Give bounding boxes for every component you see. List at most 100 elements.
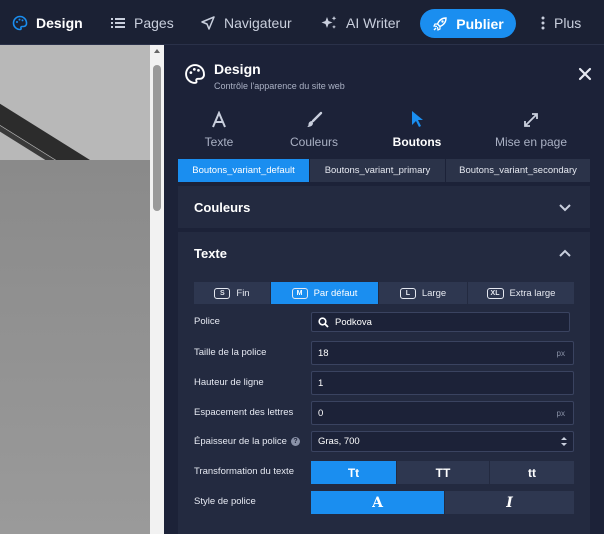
section-couleurs[interactable]: Couleurs <box>178 186 590 228</box>
style-italic-button[interactable]: I <box>445 491 574 514</box>
variant-tabs: Boutons_variant_default Boutons_variant_… <box>178 159 590 182</box>
size-m-button[interactable]: M Par défaut <box>271 282 379 304</box>
panel-subtitle: Contrôle l'apparence du site web <box>214 81 345 91</box>
tab-mise-en-page-label: Mise en page <box>494 135 568 149</box>
style-normal-button[interactable]: A <box>311 491 445 514</box>
epaisseur-label: Épaisseur de la police <box>194 436 287 447</box>
letter-spacing-input[interactable]: 0 px <box>311 401 574 425</box>
tab-texte[interactable]: Texte <box>169 105 269 150</box>
tab-couleurs-label: Couleurs <box>289 135 339 149</box>
variant-primary[interactable]: Boutons_variant_primary <box>310 159 446 182</box>
espacement-label: Espacement des lettres <box>194 407 294 418</box>
size-l-button[interactable]: L Large <box>379 282 468 304</box>
size-xl-badge: XL <box>486 287 504 299</box>
font-size-unit: px <box>556 348 565 358</box>
preview-image-lower <box>0 160 150 534</box>
police-label: Police <box>194 316 220 327</box>
cursor-icon <box>412 111 423 127</box>
close-icon[interactable] <box>578 67 592 81</box>
line-height-value: 1 <box>318 377 324 389</box>
size-selector: S Fin M Par défaut L Large XL Extra larg… <box>194 282 574 304</box>
size-l-badge: L <box>399 287 416 299</box>
nav-design[interactable]: Design <box>12 0 83 45</box>
transformation-label: Transformation du texte <box>194 466 294 477</box>
size-l-label: Large <box>421 287 447 299</box>
design-panel: Design Contrôle l'apparence du site web … <box>164 45 604 534</box>
chevron-up-icon[interactable] <box>558 248 572 258</box>
font-value: Podkova <box>335 316 372 328</box>
row-epaisseur: Épaisseur de la police ? Gras, 700 <box>194 431 574 452</box>
scrollbar-thumb[interactable] <box>153 65 161 211</box>
row-police: Police Podkova <box>194 312 574 332</box>
top-bar: Design Pages Navigateur AI Writer Publie… <box>0 0 604 45</box>
row-taille: Taille de la police 18 px <box>194 341 574 365</box>
tab-mise-en-page[interactable]: Mise en page <box>481 105 581 150</box>
taille-label: Taille de la police <box>194 347 267 358</box>
select-arrows-icon <box>561 437 567 446</box>
row-style: Style de police A I <box>194 491 574 514</box>
tab-boutons-label: Boutons <box>392 135 442 149</box>
row-transformation: Transformation du texte Tt TT tt <box>194 461 574 484</box>
search-icon <box>318 316 329 328</box>
size-m-label: Par défaut <box>313 287 358 299</box>
font-size-value: 18 <box>318 347 329 359</box>
size-s-label: Fin <box>236 287 250 299</box>
publish-button[interactable]: Publier <box>420 9 516 38</box>
variant-secondary[interactable]: Boutons_variant_secondary <box>446 159 590 182</box>
row-hauteur: Hauteur de ligne 1 <box>194 371 574 395</box>
nav-design-label: Design <box>36 14 83 31</box>
text-transform-toggle: Tt TT tt <box>311 461 574 484</box>
nav-more[interactable]: Plus <box>540 0 581 45</box>
list-icon <box>111 17 125 28</box>
nav-pages-label: Pages <box>134 14 174 31</box>
rocket-icon <box>433 16 447 31</box>
tab-couleurs[interactable]: Couleurs <box>264 105 364 150</box>
section-texte-title: Texte <box>194 246 227 261</box>
size-s-badge: S <box>214 287 231 299</box>
hauteur-label: Hauteur de ligne <box>194 377 264 388</box>
size-m-badge: M <box>291 287 308 299</box>
nav-more-label: Plus <box>554 14 582 31</box>
chevron-down-icon[interactable] <box>558 203 572 213</box>
nav-navigateur-label: Navigateur <box>224 14 292 31</box>
help-icon[interactable]: ? <box>290 437 300 446</box>
nav-navigateur[interactable]: Navigateur <box>200 0 292 45</box>
site-preview[interactable] <box>0 45 150 534</box>
transform-capitalize-button[interactable]: Tt <box>311 461 397 484</box>
navigation-arrow-icon <box>201 15 215 30</box>
size-s-button[interactable]: S Fin <box>194 282 271 304</box>
font-size-input[interactable]: 18 px <box>311 341 574 365</box>
tab-boutons[interactable]: Boutons <box>367 105 467 150</box>
palette-icon <box>185 64 205 84</box>
letter-spacing-value: 0 <box>318 407 324 419</box>
palette-icon <box>12 15 28 30</box>
brush-icon <box>307 111 323 127</box>
line-height-input[interactable]: 1 <box>311 371 574 395</box>
variant-default[interactable]: Boutons_variant_default <box>178 159 310 182</box>
section-couleurs-title: Couleurs <box>194 200 251 215</box>
tab-texte-label: Texte <box>204 135 234 149</box>
font-search-field[interactable]: Podkova <box>311 312 570 332</box>
scroll-up-icon[interactable] <box>154 49 160 53</box>
size-xl-button[interactable]: XL Extra large <box>468 282 574 304</box>
panel-title: Design <box>214 61 261 77</box>
publish-label: Publier <box>456 15 504 32</box>
size-xl-label: Extra large <box>509 287 556 299</box>
preview-scrollbar[interactable] <box>150 45 164 534</box>
epaisseur-label-group: Épaisseur de la police ? <box>194 436 300 447</box>
row-espacement: Espacement des lettres 0 px <box>194 401 574 425</box>
sparkles-icon <box>321 15 337 29</box>
section-texte: Texte S Fin M Par défaut L Large XL Extr… <box>178 232 590 534</box>
expand-arrows-icon <box>524 113 538 127</box>
nav-ai-writer[interactable]: AI Writer <box>320 0 400 45</box>
transform-lowercase-button[interactable]: tt <box>490 461 574 484</box>
more-vertical-icon <box>541 16 545 29</box>
font-weight-select[interactable]: Gras, 700 <box>311 431 574 452</box>
style-label: Style de police <box>194 496 256 507</box>
nav-ai-writer-label: AI Writer <box>346 14 401 31</box>
nav-pages[interactable]: Pages <box>110 0 174 45</box>
letter-a-icon <box>212 111 226 128</box>
font-style-toggle: A I <box>311 491 574 514</box>
letter-spacing-unit: px <box>556 408 565 418</box>
transform-uppercase-button[interactable]: TT <box>397 461 490 484</box>
